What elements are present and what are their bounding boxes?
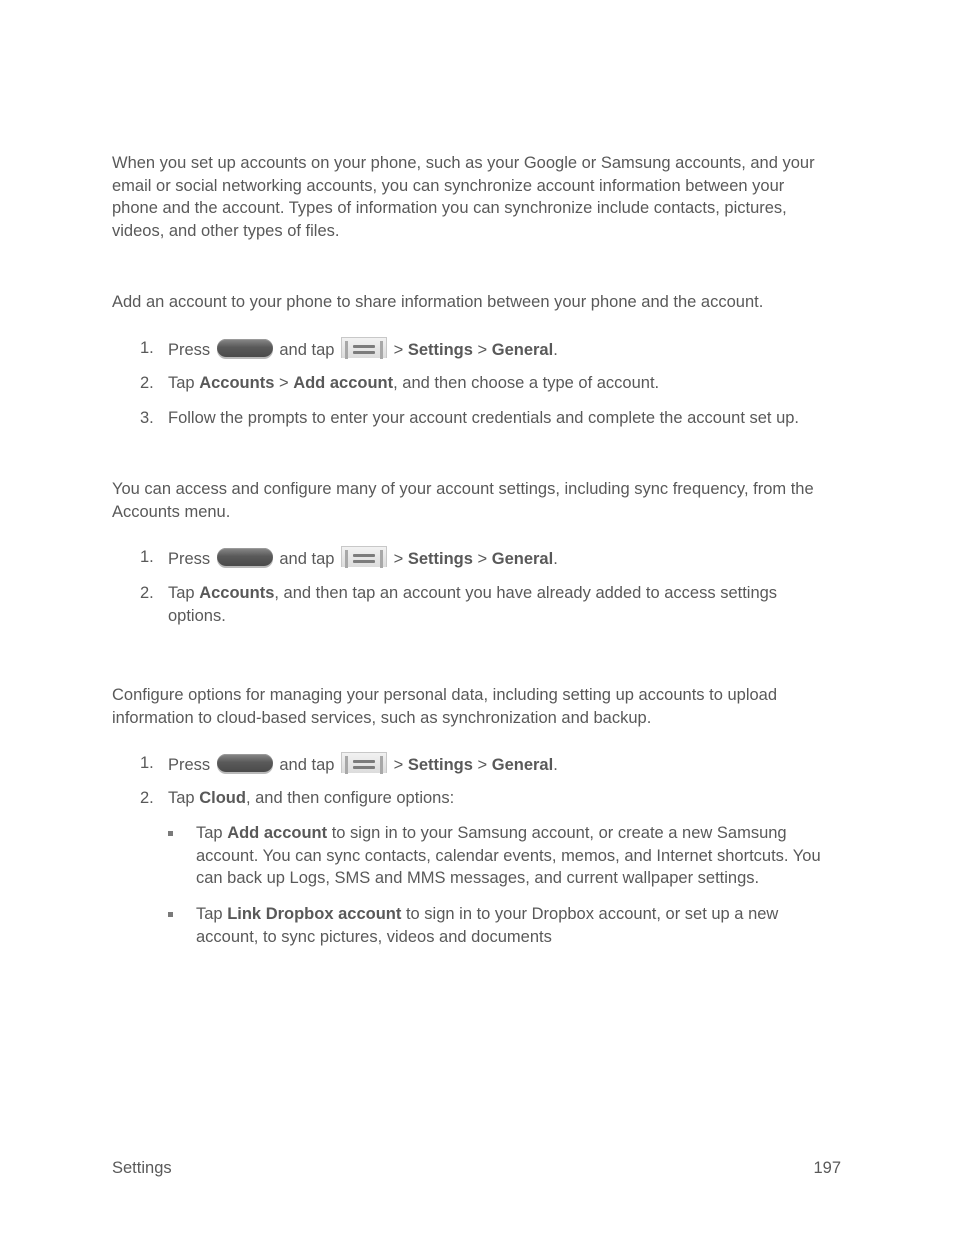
menu-key-icon [341, 752, 388, 774]
step-text: Tap [168, 374, 200, 392]
add-account-label: Add account [293, 374, 394, 392]
step-text: Tap [168, 584, 200, 602]
settings-label: Settings [407, 756, 473, 774]
menu-key-icon [341, 546, 388, 568]
step-text: , and then configure options: [245, 789, 455, 807]
home-key-icon [216, 339, 273, 357]
add-account-label: Add account [227, 824, 328, 842]
bullet-text: Tap [196, 824, 228, 842]
step-text: and tap [279, 550, 335, 568]
step-number: 1. [140, 339, 154, 357]
general-label: General [491, 756, 554, 774]
step-text: Press [168, 550, 211, 568]
settings-label: Settings [407, 341, 473, 359]
separator: > [389, 341, 408, 359]
period: . [553, 756, 558, 774]
period: . [553, 341, 558, 359]
step-text: , and then choose a type of account. [393, 374, 660, 392]
home-key-icon [216, 548, 273, 566]
step-number: 1. [140, 754, 154, 772]
step-text: and tap [279, 756, 335, 774]
step-text: Follow the prompts to enter your account… [168, 409, 800, 427]
separator: > [389, 550, 408, 568]
bullet-text: Tap [196, 905, 228, 923]
separator: > [472, 756, 492, 774]
intro-paragraph: When you set up accounts on your phone, … [112, 154, 815, 241]
bullet-icon [168, 831, 173, 836]
menu-key-icon [341, 337, 388, 359]
link-dropbox-label: Link Dropbox account [227, 905, 402, 923]
step-text: Press [168, 756, 211, 774]
cloud-intro: Configure options for managing your pers… [112, 686, 778, 727]
account-settings-intro: You can access and configure many of you… [112, 480, 814, 521]
period: . [553, 550, 558, 568]
footer-section-title: Settings [112, 1159, 172, 1177]
accounts-label: Accounts [199, 584, 275, 602]
step-number: 2. [140, 584, 154, 602]
separator: > [274, 374, 294, 392]
step-number: 2. [140, 789, 154, 807]
separator: > [472, 341, 492, 359]
home-key-icon [216, 754, 273, 772]
separator: > [472, 550, 492, 568]
step-number: 1. [140, 548, 154, 566]
add-account-intro: Add an account to your phone to share in… [112, 293, 764, 311]
footer-page-number: 197 [813, 1159, 841, 1177]
settings-label: Settings [407, 550, 473, 568]
general-label: General [491, 341, 554, 359]
step-number: 2. [140, 374, 154, 392]
separator: > [389, 756, 408, 774]
bullet-icon [168, 912, 173, 917]
accounts-label: Accounts [199, 374, 275, 392]
cloud-label: Cloud [199, 789, 246, 807]
step-text: Press [168, 341, 211, 359]
step-text: Tap [168, 789, 200, 807]
step-number: 3. [140, 409, 154, 427]
step-text: and tap [279, 341, 335, 359]
general-label: General [491, 550, 554, 568]
